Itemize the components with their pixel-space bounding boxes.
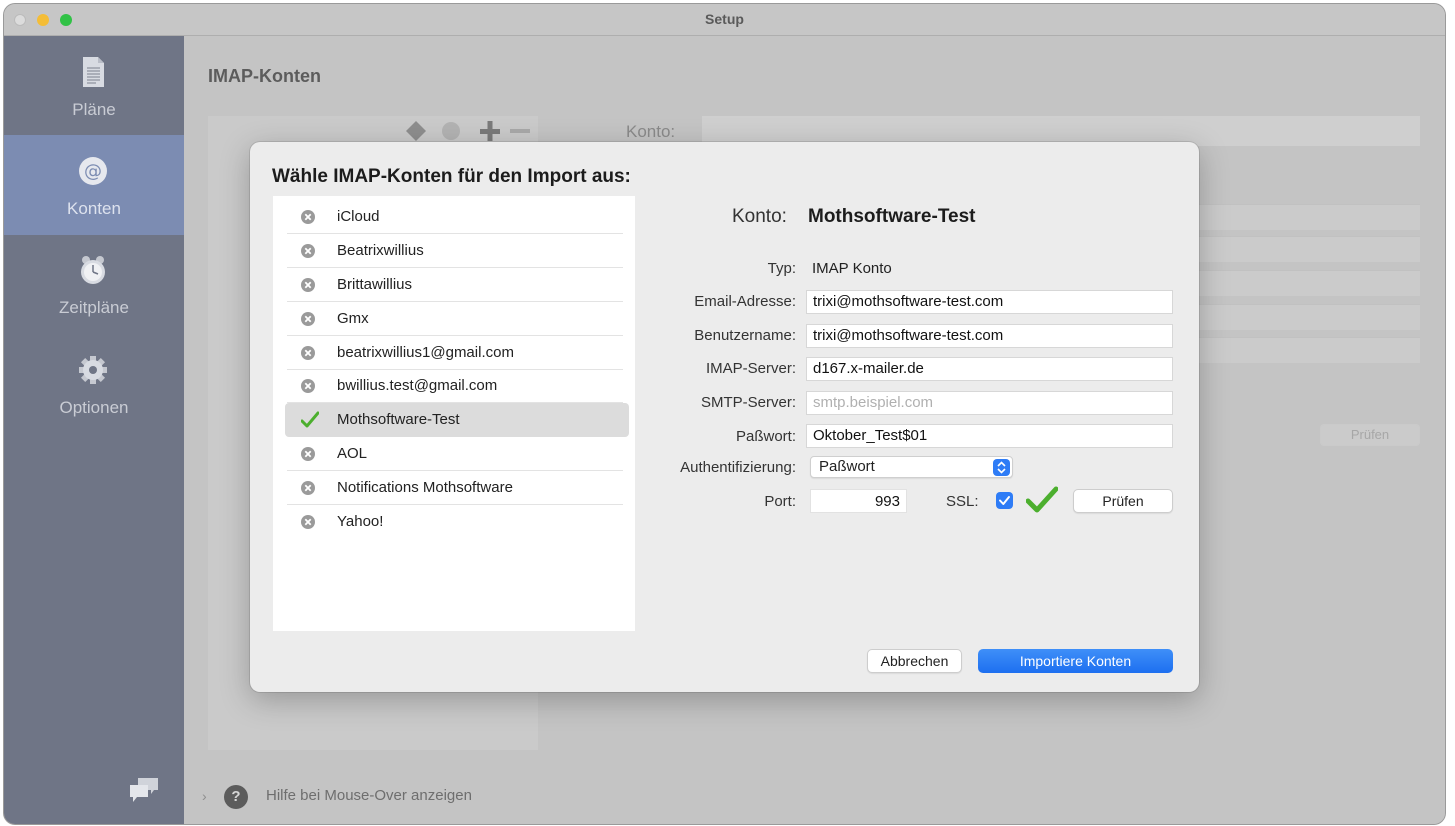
list-item[interactable]: Yahoo! [287, 505, 623, 539]
imap-server-label: IMAP-Server: [705, 360, 796, 377]
sidebar-item-label: Zeitpläne [59, 298, 129, 317]
password-label: Paßwort: [735, 428, 796, 445]
account-label: Beatrixwillius [337, 242, 424, 259]
excluded-icon [301, 244, 315, 258]
sidebar-item-optionen[interactable]: Optionen [4, 334, 184, 434]
sidebar-item-label: Pläne [72, 100, 116, 119]
checkmark-icon [301, 411, 319, 428]
import-accounts-button[interactable]: Importiere Konten [978, 649, 1173, 673]
excluded-icon [301, 379, 315, 393]
pruefen-button[interactable]: Prüfen [1073, 489, 1173, 513]
chat-bubbles-icon[interactable] [128, 776, 160, 806]
help-icon[interactable]: ? [224, 785, 248, 809]
typ-label: Typ: [767, 260, 796, 277]
chevron-right-icon[interactable]: › [202, 788, 207, 804]
sidebar-item-konten[interactable]: @ Konten [4, 135, 184, 235]
ssl-checkbox[interactable] [996, 492, 1013, 509]
account-label: Yahoo! [337, 513, 384, 530]
page-title: IMAP-Konten [208, 66, 321, 86]
account-label: beatrixwillius1@gmail.com [337, 344, 514, 361]
sidebar-item-label: Optionen [59, 398, 129, 417]
import-dialog: Wähle IMAP-Konten für den Import aus: iC… [250, 142, 1199, 692]
cancel-button[interactable]: Abbrechen [867, 649, 962, 673]
auth-select[interactable]: Paßwort [810, 456, 1013, 478]
excluded-icon [301, 312, 315, 326]
at-sign-icon: @ [79, 157, 107, 185]
account-label: Brittawillius [337, 276, 413, 293]
excluded-icon [301, 515, 315, 529]
username-field[interactable]: trixi@mothsoftware-test.com [806, 324, 1173, 348]
account-label: AOL [337, 445, 368, 462]
smtp-server-field[interactable]: smtp.beispiel.com [806, 391, 1173, 415]
bottom-bar: › ? Hilfe bei Mouse-Over anzeigen [184, 760, 1445, 824]
excluded-icon [301, 346, 315, 360]
dialog-title: Wähle IMAP-Konten für den Import aus: [272, 166, 631, 187]
help-hint-text: Hilfe bei Mouse-Over anzeigen [266, 787, 472, 804]
sidebar: Pläne @ Konten Zeitpläne Optionen [4, 36, 184, 824]
auth-label: Authentifizierung: [680, 459, 796, 476]
port-label: Port: [764, 493, 796, 510]
konto-header-value: Mothsoftware-Test [808, 206, 976, 227]
title-bar: Setup [4, 4, 1445, 36]
list-item[interactable]: iCloud [287, 200, 623, 234]
email-label: Email-Adresse: [694, 293, 796, 310]
auth-selected-value: Paßwort [819, 458, 875, 475]
chevron-updown-icon [993, 459, 1010, 476]
excluded-icon [301, 278, 315, 292]
background-konto-label: Konto: [626, 122, 676, 141]
excluded-icon [301, 210, 315, 224]
alarm-clock-icon [81, 256, 105, 284]
svg-text:@: @ [84, 161, 102, 182]
sidebar-item-plaene[interactable]: Pläne [4, 36, 184, 136]
typ-value: IMAP Konto [812, 260, 892, 277]
checkmark-icon [1026, 486, 1058, 513]
excluded-icon [301, 447, 315, 461]
port-field[interactable]: 993 [810, 489, 907, 513]
ssl-label: SSL: [946, 493, 979, 510]
background-pruefen-button: Prüfen [1320, 424, 1420, 446]
excluded-icon [301, 481, 315, 495]
imap-server-field[interactable]: d167.x-mailer.de [806, 357, 1173, 381]
smtp-server-label: SMTP-Server: [700, 394, 796, 411]
email-field[interactable]: trixi@mothsoftware-test.com [806, 290, 1173, 314]
document-icon [83, 57, 104, 87]
gear-icon [79, 356, 107, 384]
sidebar-item-label: Konten [67, 199, 121, 218]
account-label: Gmx [337, 310, 369, 327]
account-label: iCloud [337, 208, 380, 225]
window-title: Setup [705, 11, 744, 27]
konto-header-label: Konto: [732, 206, 787, 227]
sidebar-item-zeitplaene[interactable]: Zeitpläne [4, 234, 184, 334]
username-label: Benutzername: [694, 327, 796, 344]
password-field[interactable]: Oktober_Test$01 [806, 424, 1173, 448]
account-label: Notifications Mothsoftware [337, 479, 513, 496]
account-label: bwillius.test@gmail.com [337, 377, 498, 394]
background-toolbar [406, 121, 530, 141]
account-label: Mothsoftware-Test [337, 411, 460, 428]
